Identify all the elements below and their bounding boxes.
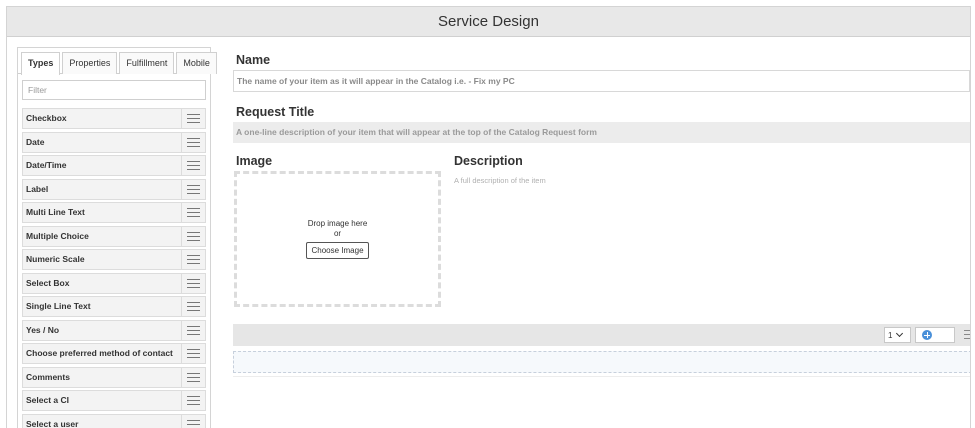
type-item[interactable]: Select a CI	[22, 390, 206, 411]
type-item-label: Yes / No	[22, 319, 182, 341]
type-item-label: Date	[22, 131, 182, 153]
image-label: Image	[236, 154, 273, 168]
drag-handle[interactable]	[182, 225, 206, 247]
hamburger-icon	[187, 161, 200, 170]
type-list: Checkbox Date Date/Time Label Multi Line Tex…	[18, 108, 210, 428]
hamburger-icon	[187, 372, 200, 382]
description-input[interactable]: A full description of the item	[454, 176, 546, 185]
drag-handle[interactable]	[182, 366, 206, 388]
row-drop-area[interactable]	[233, 351, 970, 373]
type-item[interactable]: Yes / No	[22, 319, 206, 341]
tab-types[interactable]: Types	[21, 52, 61, 75]
image-dropzone[interactable]: Drop image here or Choose Image	[234, 171, 441, 307]
drag-handle[interactable]	[182, 413, 206, 428]
tab-properties[interactable]: Properties	[62, 52, 118, 74]
type-item-label: Label	[22, 178, 182, 200]
types-panel: Types Properties Fulfillment Mobile Filt…	[17, 47, 217, 428]
drop-image-text: Drop image here	[307, 219, 368, 228]
drag-handle[interactable]	[182, 202, 206, 223]
columns-select[interactable]: 1	[884, 327, 911, 343]
chevron-down-icon	[896, 329, 904, 338]
drag-handle[interactable]	[182, 108, 206, 129]
hamburger-icon	[187, 231, 200, 241]
filter-input[interactable]: Filter	[22, 80, 206, 100]
type-item[interactable]: Select a user	[22, 413, 206, 428]
row-toolbar: 1	[233, 324, 970, 346]
drag-handle[interactable]	[182, 296, 206, 317]
request-title-input[interactable]: A one-line description of your item that…	[233, 122, 970, 143]
window-title: Service Design	[7, 7, 970, 37]
drag-handle[interactable]	[182, 131, 206, 153]
drag-handle[interactable]	[182, 155, 206, 176]
type-item[interactable]: Numeric Scale	[22, 249, 206, 270]
type-item-label: Select a user	[22, 413, 182, 428]
type-item-label: Checkbox	[22, 108, 182, 129]
drag-handle[interactable]	[182, 249, 206, 270]
row-menu-icon[interactable]	[964, 330, 970, 339]
type-item[interactable]: Date/Time	[22, 155, 206, 176]
panel-tabs: Types Properties Fulfillment Mobile	[18, 48, 217, 75]
tab-fulfillment[interactable]: Fulfillment	[119, 52, 175, 74]
type-item[interactable]: Select Box	[22, 272, 206, 294]
hamburger-icon	[187, 278, 200, 288]
type-item[interactable]: Single Line Text	[22, 296, 206, 317]
row-divider	[233, 376, 970, 377]
drag-handle[interactable]	[182, 343, 206, 364]
hamburger-icon	[187, 396, 200, 405]
drag-handle[interactable]	[182, 178, 206, 200]
type-item-label: Select a CI	[22, 390, 182, 411]
hamburger-icon	[187, 419, 200, 428]
hamburger-icon	[187, 137, 200, 147]
type-item-label: Select Box	[22, 272, 182, 294]
hamburger-icon	[187, 208, 200, 217]
name-label: Name	[236, 53, 271, 67]
type-item[interactable]: Multi Line Text	[22, 202, 206, 223]
design-canvas: Name The name of your item as it will ap…	[223, 45, 970, 428]
type-item[interactable]: Checkbox	[22, 108, 206, 129]
drag-handle[interactable]	[182, 319, 206, 341]
type-item-label: Comments	[22, 366, 182, 388]
drag-handle[interactable]	[182, 272, 206, 294]
hamburger-icon	[187, 114, 200, 123]
service-design-window: Service Design Types Properties Fulfillm…	[6, 6, 971, 428]
type-item[interactable]: Choose preferred method of contact	[22, 343, 206, 364]
add-row-button[interactable]	[915, 327, 955, 343]
type-item-label: Date/Time	[22, 155, 182, 176]
hamburger-icon	[187, 349, 200, 358]
choose-image-button[interactable]: Choose Image	[306, 242, 369, 259]
hamburger-icon	[187, 325, 200, 335]
hamburger-icon	[187, 255, 200, 264]
tab-mobile[interactable]: Mobile	[176, 52, 217, 74]
type-item[interactable]: Multiple Choice	[22, 225, 206, 247]
type-item-label: Choose preferred method of contact	[22, 343, 182, 364]
plus-circle-icon	[922, 330, 932, 340]
type-item-label: Numeric Scale	[22, 249, 182, 270]
type-item-label: Multi Line Text	[22, 202, 182, 223]
request-title-label: Request Title	[236, 105, 315, 119]
type-item-label: Single Line Text	[22, 296, 182, 317]
columns-value: 1	[888, 330, 893, 340]
type-item[interactable]: Label	[22, 178, 206, 200]
drag-handle[interactable]	[182, 390, 206, 411]
name-input[interactable]: The name of your item as it will appear …	[233, 70, 970, 92]
type-item-label: Multiple Choice	[22, 225, 182, 247]
type-item[interactable]: Date	[22, 131, 206, 153]
type-item[interactable]: Comments	[22, 366, 206, 388]
description-label: Description	[454, 154, 523, 168]
drop-or-text: or	[333, 229, 342, 238]
hamburger-icon	[187, 184, 200, 194]
hamburger-icon	[187, 302, 200, 311]
